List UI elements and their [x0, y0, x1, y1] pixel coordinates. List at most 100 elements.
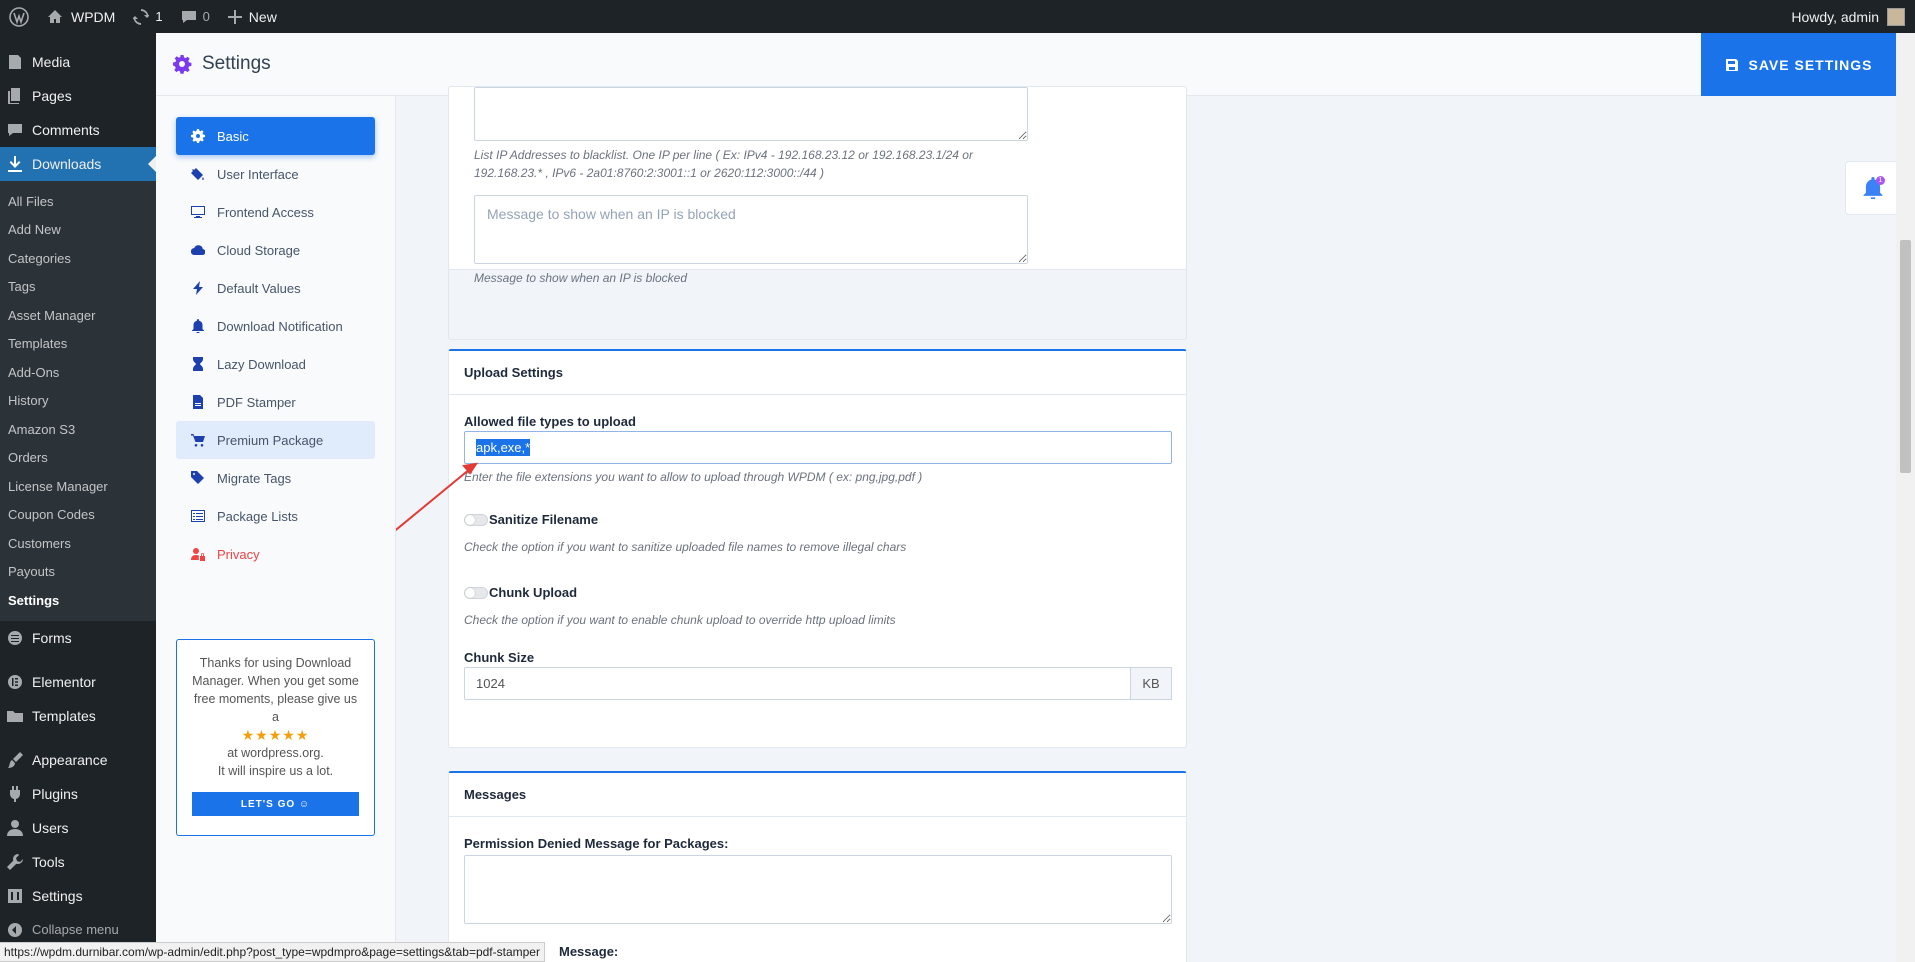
wordpress-icon: [9, 6, 29, 27]
menu-label: Pages: [32, 88, 72, 104]
menu-label: Appearance: [32, 751, 108, 768]
promo-box: Thanks for using Download Manager. When …: [176, 639, 375, 836]
rating-stars: ★★★★★: [241, 727, 310, 743]
chunk-size-label: Chunk Size: [464, 650, 535, 665]
menu-downloads[interactable]: Downloads: [0, 147, 156, 181]
tab-package-lists[interactable]: Package Lists: [176, 497, 375, 535]
tab-label: Basic: [217, 128, 249, 144]
save-label: SAVE SETTINGS: [1748, 56, 1873, 73]
updates-count: 1: [155, 9, 163, 24]
menu-label: Elementor: [32, 673, 96, 690]
menu-tools[interactable]: Tools: [0, 845, 156, 879]
submenu-orders[interactable]: Orders: [0, 444, 156, 473]
save-icon: [1725, 58, 1738, 71]
comments-icon: [8, 124, 22, 136]
permission-denied-textarea[interactable]: [464, 855, 1172, 924]
menu-users[interactable]: Users: [0, 811, 156, 845]
desktop-icon: [191, 206, 205, 218]
menu-label: Downloads: [32, 156, 102, 172]
menu-forms[interactable]: Forms: [0, 621, 156, 655]
menu-comments[interactable]: Comments: [0, 113, 156, 147]
tab-premium-package[interactable]: Premium Package: [176, 421, 375, 459]
menu-settings[interactable]: Settings: [0, 879, 156, 913]
updates-icon: [133, 8, 150, 25]
tab-pdf-stamper[interactable]: PDF Stamper: [176, 383, 375, 421]
menu-label: Forms: [32, 629, 72, 646]
menu-label: Collapse menu: [32, 922, 119, 937]
submenu-license-manager[interactable]: License Manager: [0, 472, 156, 501]
chunk-upload-hint: Check the option if you want to enable c…: [464, 613, 896, 627]
pdf-file-icon: [193, 395, 203, 409]
scrollbar-thumb[interactable]: [1900, 240, 1911, 473]
tab-label: Lazy Download: [217, 356, 306, 372]
folder-icon: [7, 710, 23, 722]
admin-bar: WPDM 1 0 New Howdy, admin: [0, 0, 1915, 33]
submenu-settings[interactable]: Settings: [0, 586, 156, 615]
settings-icon: [8, 888, 22, 903]
downloads-submenu: All Files Add New Categories Tags Asset …: [0, 181, 156, 621]
tab-user-interface[interactable]: User Interface: [176, 155, 375, 193]
submenu-history[interactable]: History: [0, 387, 156, 416]
elementor-icon: [8, 674, 22, 689]
notification-bell[interactable]: 1: [1845, 161, 1901, 215]
page-title-wrap: Settings: [156, 53, 271, 75]
new-label: New: [248, 8, 277, 25]
collapse-icon: [8, 922, 22, 937]
download-icon: [8, 156, 22, 172]
tab-download-notification[interactable]: Download Notification: [176, 307, 375, 345]
menu-appearance[interactable]: Appearance: [0, 743, 156, 777]
submenu-add-ons[interactable]: Add-Ons: [0, 358, 156, 387]
promo-text-2: at wordpress.org.: [227, 746, 324, 760]
tab-label: Frontend Access: [217, 204, 314, 220]
menu-plugins[interactable]: Plugins: [0, 777, 156, 811]
menu-templates[interactable]: Templates: [0, 699, 156, 733]
annotation-arrow: [396, 462, 479, 532]
comments-link[interactable]: 0: [172, 0, 219, 33]
tab-migrate-tags[interactable]: Migrate Tags: [176, 459, 375, 497]
plugin-icon: [9, 785, 21, 802]
menu-label: Plugins: [32, 785, 78, 802]
forms-icon: [8, 630, 22, 645]
updates-link[interactable]: 1: [124, 0, 171, 33]
submenu-tags[interactable]: Tags: [0, 273, 156, 302]
submenu-amazon-s3[interactable]: Amazon S3: [0, 415, 156, 444]
chunk-size-input[interactable]: 1024: [464, 667, 1131, 700]
site-name-link[interactable]: WPDM: [38, 0, 124, 33]
gear-icon: [173, 55, 192, 74]
my-account[interactable]: Howdy, admin: [1791, 7, 1915, 26]
lets-go-button[interactable]: LET'S GO ☺: [192, 792, 359, 816]
tab-lazy-download[interactable]: Lazy Download: [176, 345, 375, 383]
tab-basic[interactable]: Basic: [176, 117, 375, 155]
tab-cloud-storage[interactable]: Cloud Storage: [176, 231, 375, 269]
tab-default-values[interactable]: Default Values: [176, 269, 375, 307]
tags-icon: [191, 471, 204, 484]
menu-media[interactable]: Media: [0, 45, 156, 79]
submenu-customers[interactable]: Customers: [0, 529, 156, 558]
submenu-categories[interactable]: Categories: [0, 244, 156, 273]
settings-nav: Basic User Interface Frontend Access Clo…: [156, 96, 396, 962]
media-icon: [9, 55, 21, 69]
tab-frontend-access[interactable]: Frontend Access: [176, 193, 375, 231]
tab-label: Premium Package: [217, 432, 324, 448]
tab-label: Package Lists: [217, 508, 298, 524]
submenu-coupon-codes[interactable]: Coupon Codes: [0, 501, 156, 530]
cart-icon: [191, 434, 205, 447]
permission-denied-label: Permission Denied Message for Packages:: [464, 836, 729, 851]
tab-label: Privacy: [217, 546, 260, 562]
submenu-asset-manager[interactable]: Asset Manager: [0, 301, 156, 330]
menu-label: Tools: [32, 853, 65, 870]
avatar: [1887, 7, 1905, 26]
menu-elementor[interactable]: Elementor: [0, 665, 156, 699]
tab-privacy[interactable]: Privacy: [176, 535, 375, 573]
promo-text: Thanks for using Download Manager. When …: [192, 656, 359, 724]
submenu-payouts[interactable]: Payouts: [0, 558, 156, 587]
submenu-templates[interactable]: Templates: [0, 330, 156, 359]
page-scrollbar[interactable]: [1896, 33, 1915, 962]
menu-pages[interactable]: Pages: [0, 79, 156, 113]
tab-label: Cloud Storage: [217, 242, 301, 258]
submenu-all-files[interactable]: All Files: [0, 187, 156, 216]
wordpress-logo[interactable]: [0, 0, 38, 33]
new-content-link[interactable]: New: [219, 0, 286, 33]
save-settings-button[interactable]: SAVE SETTINGS: [1701, 33, 1896, 96]
submenu-add-new[interactable]: Add New: [0, 216, 156, 245]
